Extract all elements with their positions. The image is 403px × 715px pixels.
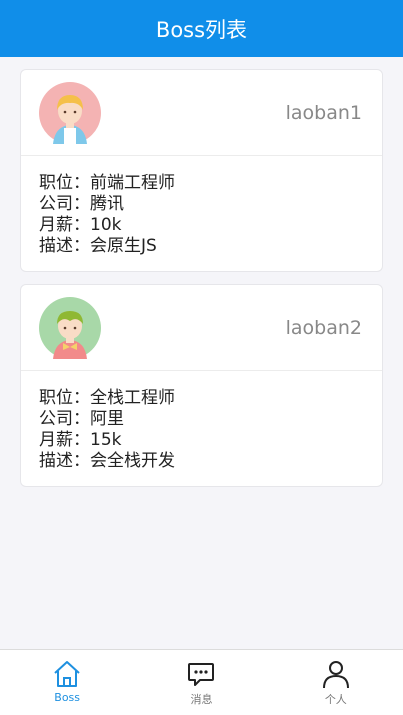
boss-card[interactable]: laoban1 职位：前端工程师 公司：腾讯 月薪：10k 描述：会原生JS — [20, 69, 383, 272]
tab-label: 个人 — [324, 693, 347, 706]
card-body: 职位：前端工程师 公司：腾讯 月薪：10k 描述：会原生JS — [21, 156, 382, 271]
company-line: 公司：阿里 — [39, 409, 124, 429]
nav-bar: Boss列表 — [0, 0, 403, 57]
tab-boss[interactable]: Boss — [0, 650, 134, 715]
job-title-line: 职位：前端工程师 — [39, 173, 175, 193]
tab-label: 消息 — [190, 693, 213, 706]
description-line: 描述：会全栈开发 — [39, 451, 175, 471]
card-header: laoban1 — [21, 70, 382, 156]
page-title: Boss列表 — [155, 17, 248, 42]
description-line: 描述：会原生JS — [39, 236, 157, 256]
tab-messages[interactable]: 消息 — [134, 650, 268, 715]
tab-profile[interactable]: 个人 — [269, 650, 403, 715]
person-icon — [322, 661, 349, 689]
tab-label: Boss — [54, 691, 81, 704]
boss-username: laoban1 — [285, 101, 362, 124]
card-body: 职位：全栈工程师 公司：阿里 月薪：15k 描述：会全栈开发 — [21, 371, 382, 486]
job-title-line: 职位：全栈工程师 — [39, 388, 175, 408]
boss-username: laoban2 — [285, 316, 362, 339]
home-icon — [54, 661, 80, 687]
boss-list: laoban1 职位：前端工程师 公司：腾讯 月薪：10k 描述：会原生JS l… — [20, 69, 383, 499]
salary-line: 月薪：15k — [39, 430, 122, 450]
girl-avatar-icon — [39, 81, 101, 144]
boy-avatar-icon — [39, 296, 101, 359]
tab-bar: Boss 消息 个人 — [0, 649, 403, 715]
message-icon — [188, 663, 215, 686]
app: Boss列表 laoban1 职位：前端工程师 公司：腾讯 月薪：10k 描述：… — [0, 0, 403, 715]
salary-line: 月薪：10k — [39, 215, 122, 235]
card-header: laoban2 — [21, 285, 382, 371]
company-line: 公司：腾讯 — [39, 194, 124, 214]
boss-card[interactable]: laoban2 职位：全栈工程师 公司：阿里 月薪：15k 描述：会全栈开发 — [20, 284, 383, 487]
